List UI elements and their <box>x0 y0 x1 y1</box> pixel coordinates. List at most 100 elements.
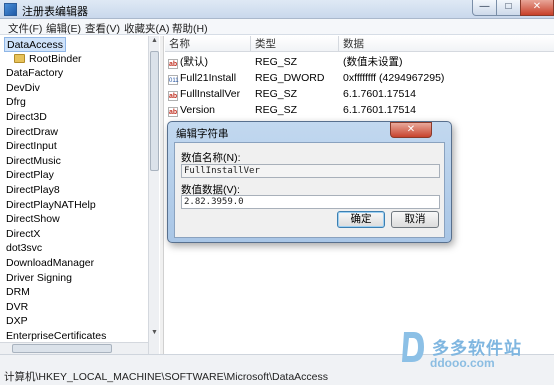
scrollbar-thumb[interactable] <box>150 51 159 171</box>
tree-item-label: DataAccess <box>7 39 64 51</box>
value-name: Version <box>180 104 216 116</box>
tree-item[interactable]: DirectX <box>6 227 40 242</box>
value-data-input[interactable]: 2.82.3959.0 <box>181 195 440 209</box>
value-row[interactable]: ab Version REG_SZ 6.1.7601.17514 <box>165 102 554 118</box>
tree-item-label: DirectMusic <box>6 154 61 167</box>
watermark-logo-icon <box>402 332 424 362</box>
binary-value-icon: 011 <box>168 75 179 85</box>
scroll-down-arrow-icon[interactable]: ▼ <box>149 329 160 341</box>
menu-edit[interactable]: 编辑(E) <box>46 21 81 36</box>
tree-item-label: DirectX <box>6 227 41 240</box>
watermark-url: ddooo.com <box>430 356 495 370</box>
tree-item-label: DRM <box>6 286 30 299</box>
tree-item[interactable]: DVR <box>6 300 28 315</box>
value-name-field: FullInstallVer <box>181 164 440 178</box>
watermark: 多多软件站 ddooo.com <box>400 328 554 378</box>
value-row[interactable]: 011Full21Install REG_DWORD 0xffffffff (429… <box>165 70 554 86</box>
tree-item-label: DVR <box>6 300 29 313</box>
minimize-button[interactable]: — <box>472 0 497 16</box>
value-name-cell: ab FullInstallVer <box>168 86 240 102</box>
value-data: 0xffffffff (4294967295) <box>343 72 445 84</box>
menu-view[interactable]: 查看(V) <box>85 21 120 36</box>
value-name-cell: ab (默认) <box>168 54 208 70</box>
value-type: REG_SZ <box>255 104 298 116</box>
tree-item-label: DevDiv <box>6 81 40 94</box>
tree-item-label: DirectInput <box>6 140 57 153</box>
tree-item[interactable]: DirectPlay8 <box>6 183 60 198</box>
value-name-label: 数值名称(N): <box>181 152 241 164</box>
menu-help[interactable]: 帮助(H) <box>172 21 208 36</box>
tree-item-label: DirectShow <box>6 213 60 226</box>
tree-item[interactable]: DirectPlay <box>6 168 54 183</box>
tree-item-label: Direct3D <box>6 111 47 123</box>
tree-item[interactable]: DirectDraw <box>6 125 58 140</box>
tree-item[interactable]: RootBinder <box>14 52 82 67</box>
tree-item-label: DirectPlay8 <box>6 184 60 196</box>
tree-item[interactable]: DirectShow <box>6 212 60 227</box>
menu-file[interactable]: 文件(F) <box>8 21 42 36</box>
tree-item-label: RootBinder <box>29 52 82 65</box>
maximize-button[interactable]: □ <box>496 0 521 16</box>
tree-item[interactable]: Dfrg <box>6 95 26 110</box>
regedit-app-icon <box>4 3 17 16</box>
tree-item-label: DXP <box>6 315 28 328</box>
column-header-data[interactable]: 数据 <box>339 36 554 52</box>
dialog-close-button[interactable]: ✕ <box>390 122 432 138</box>
tree-item-label: DataFactory <box>6 67 64 80</box>
tree-item[interactable]: DirectPlayNATHelp <box>6 198 96 213</box>
string-value-icon: ab <box>168 59 178 69</box>
tree-item[interactable]: Direct3D <box>6 110 47 125</box>
column-header-type[interactable]: 类型 <box>251 36 339 52</box>
value-name: FullInstallVer <box>180 88 241 100</box>
column-header-name[interactable]: 名称 <box>165 36 251 52</box>
tree-item[interactable]: DataAccess <box>4 37 67 52</box>
folder-icon <box>14 53 25 63</box>
tree-item-label: DirectDraw <box>6 125 58 138</box>
value-type: REG_DWORD <box>255 72 325 84</box>
tree-item-label: EnterpriseCertificates <box>6 330 107 342</box>
status-path: 计算机\HKEY_LOCAL_MACHINE\SOFTWARE\Microsof… <box>4 371 329 383</box>
tree-item[interactable]: DirectInput <box>6 139 57 154</box>
tree-item[interactable]: DevDiv <box>6 81 40 96</box>
tree-item-label: Driver Signing <box>6 271 72 284</box>
value-name-cell: 011Full21Install <box>168 70 236 86</box>
tree-item-label: DirectPlayNATHelp <box>6 198 96 211</box>
tree-item-label: Dfrg <box>6 96 26 109</box>
window-title: 注册表编辑器 <box>22 6 88 18</box>
menu-bar: 文件(F) 编辑(E) 查看(V) 收藏夹(A) 帮助(H) <box>0 19 554 35</box>
ok-button[interactable]: 确定 <box>337 211 385 228</box>
value-name: (默认) <box>180 56 208 68</box>
tree-item[interactable]: dot3svc <box>6 241 42 256</box>
menu-favorites[interactable]: 收藏夹(A) <box>124 21 170 36</box>
scroll-up-arrow-icon[interactable]: ▲ <box>149 37 160 49</box>
tree-vertical-scrollbar[interactable]: ▲ ▼ <box>148 36 159 354</box>
close-button[interactable]: ✕ <box>520 0 554 16</box>
tree-item[interactable]: DownloadManager <box>6 256 94 271</box>
string-value-icon: ab <box>168 107 178 117</box>
scrollbar-thumb[interactable] <box>12 344 112 353</box>
tree-item[interactable]: DXP <box>6 314 28 329</box>
value-name-cell: ab Version <box>168 102 215 118</box>
value-row[interactable]: ab (默认) REG_SZ (数值未设置) <box>165 54 554 70</box>
tree-item[interactable]: DRM <box>6 285 30 300</box>
tree-item[interactable]: Driver Signing <box>6 271 72 286</box>
value-name: Full21Install <box>180 72 237 84</box>
value-data: (数值未设置) <box>343 56 403 68</box>
string-value-icon: ab <box>168 91 178 101</box>
dialog-body: 数值名称(N): FullInstallVer 数值数据(V): 2.82.39… <box>174 142 445 238</box>
value-data: 6.1.7601.17514 <box>343 104 416 116</box>
tree-item-label: DirectPlay <box>6 169 54 182</box>
tree-item[interactable]: DataFactory <box>6 66 63 81</box>
edit-string-dialog: 编辑字符串 ✕ 数值名称(N): FullInstallVer 数值数据(V):… <box>167 121 452 243</box>
pane-splitter[interactable] <box>160 36 164 354</box>
title-bar: 注册表编辑器 — □ ✕ <box>0 0 554 19</box>
tree-item-label: DownloadManager <box>6 257 95 269</box>
cancel-button[interactable]: 取消 <box>391 211 439 228</box>
value-type: REG_SZ <box>255 56 298 68</box>
value-type: REG_SZ <box>255 88 298 100</box>
value-row[interactable]: ab FullInstallVer REG_SZ 6.1.7601.17514 <box>165 86 554 102</box>
tree-item[interactable]: DirectMusic <box>6 154 61 169</box>
registry-key-tree[interactable]: DataAccess RootBinder DataFactory DevDiv Dfr… <box>0 36 148 354</box>
dialog-title: 编辑字符串 <box>176 128 229 140</box>
tree-horizontal-scrollbar[interactable] <box>0 342 148 354</box>
